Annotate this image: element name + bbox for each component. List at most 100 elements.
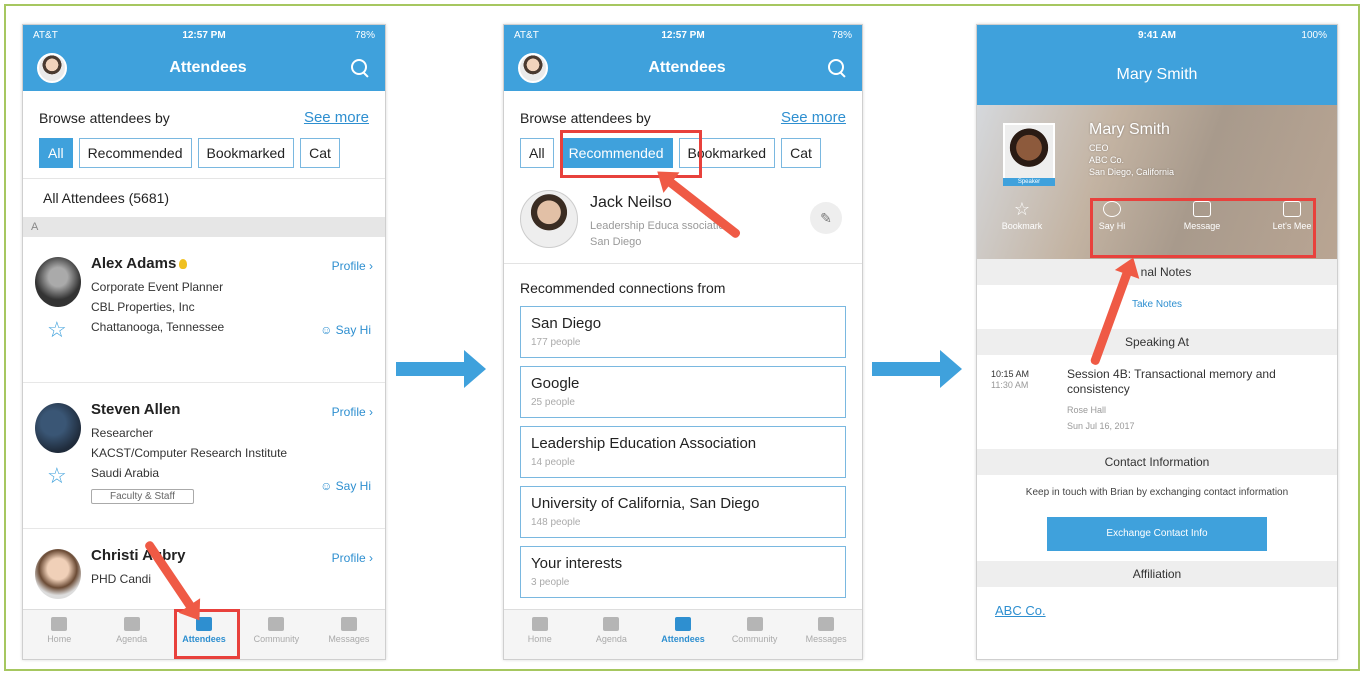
person-title: Researcher [91, 426, 154, 440]
tab-label: Home [47, 634, 72, 644]
tab-agenda[interactable]: Agenda [95, 610, 167, 659]
agenda-icon [123, 617, 140, 631]
recommendation-item[interactable]: University of California, San Diego 148 p… [520, 486, 846, 538]
tab-agenda[interactable]: Agenda [576, 610, 648, 659]
battery: 78% [354, 29, 375, 41]
search-icon[interactable] [349, 57, 371, 79]
pencil-icon[interactable]: ✎ [810, 202, 842, 234]
person-tag: Faculty & Staff [91, 489, 194, 504]
rec-count: 25 people [531, 397, 575, 408]
tab-messages[interactable]: Messages [790, 610, 862, 659]
tab-home[interactable]: Home [23, 610, 95, 659]
attendee-count: All Attendees (5681) [23, 178, 385, 217]
carrier: AT&T [514, 29, 539, 41]
recommendation-item[interactable]: Leadership Education Association 14 peopl… [520, 426, 846, 478]
session-room: Rose Hall [1067, 405, 1107, 415]
rec-name: Your interests [531, 555, 623, 572]
person-title: Corporate Event Planner [91, 280, 224, 294]
star-icon[interactable]: ☆ [47, 465, 67, 487]
tab-attendees[interactable]: Attendees [647, 610, 719, 659]
home-icon [51, 617, 68, 631]
bookmark-button[interactable]: ☆ Bookmark [977, 200, 1067, 231]
say-hi-label: Say Hi [335, 323, 371, 337]
avatar [1003, 123, 1055, 181]
browse-header: Browse attendees by See more [504, 91, 862, 126]
avatar[interactable] [37, 53, 67, 83]
person-company: CBL Properties, Inc [91, 300, 195, 314]
carrier: AT&T [33, 29, 58, 41]
chip-categories[interactable]: Cat [781, 138, 821, 168]
recommendation-item[interactable]: San Diego 177 people [520, 306, 846, 358]
section-header: A [23, 217, 385, 237]
avatar [35, 403, 81, 453]
see-more-link[interactable]: See more [304, 109, 369, 126]
search-icon[interactable] [826, 57, 848, 79]
people-icon [674, 617, 691, 631]
status-bar: 9:41 AM 100% [977, 25, 1337, 45]
page-title: Mary Smith [977, 45, 1337, 105]
list-item[interactable]: Alex Adams Corporate Event Planner CBL P… [23, 237, 385, 383]
session-item[interactable]: 10:15 AM 11:30 AM Session 4B: Transaction… [977, 355, 1337, 449]
see-more-link[interactable]: See more [781, 109, 846, 126]
take-notes-link[interactable]: Take Notes [977, 285, 1337, 329]
envelope-icon [340, 617, 357, 631]
action-label: Bookmark [1001, 221, 1043, 231]
say-hi-button[interactable]: ☺ Say Hi [320, 479, 371, 493]
status-bar: AT&T 12:57 PM 78% [23, 25, 385, 45]
clock: 9:41 AM [1138, 29, 1176, 41]
chip-bookmarked[interactable]: Bookmarked [197, 138, 295, 168]
battery: 100% [1301, 29, 1327, 41]
avatar [35, 257, 81, 307]
tab-label: Agenda [595, 634, 627, 644]
filter-chips: All Recommended Bookmarked Cat [23, 126, 385, 178]
chip-recommended[interactable]: Recommended [78, 138, 192, 168]
bulb-icon [179, 259, 188, 270]
profile-link[interactable]: Profile › [332, 405, 373, 419]
star-icon[interactable]: ☆ [47, 319, 67, 341]
profile-link[interactable]: Profile › [332, 551, 373, 565]
profile-label: Profile [331, 259, 366, 273]
affiliation-link[interactable]: ABC Co. [977, 587, 1337, 634]
say-hi-button[interactable]: ☺ Say Hi [320, 323, 371, 337]
profile-role: CEO [1089, 143, 1109, 153]
flow-arrow-right-icon [396, 350, 486, 388]
tab-label: Agenda [116, 634, 148, 644]
tab-label: Home [527, 634, 552, 644]
phone-recommended: AT&T 12:57 PM 78% Attendees Browse atten… [503, 24, 863, 660]
profile-link[interactable]: Profile › [332, 259, 373, 273]
battery: 78% [832, 29, 853, 41]
person-name: Alex Adams [91, 255, 177, 272]
chip-all[interactable]: All [39, 138, 73, 168]
tab-home[interactable]: Home [504, 610, 576, 659]
avatar[interactable] [518, 53, 548, 83]
clock: 12:57 PM [661, 29, 705, 41]
tab-community[interactable]: Community [240, 610, 312, 659]
agenda-icon [603, 617, 620, 631]
rec-name: San Diego [531, 315, 602, 332]
rec-count: 148 people [531, 517, 581, 528]
tab-messages[interactable]: Messages [313, 610, 385, 659]
list-item[interactable]: Steven Allen Researcher KACST/Computer R… [23, 383, 385, 529]
session-end: 11:30 AM [991, 380, 1029, 390]
person-company: KACST/Computer Research Institute [91, 446, 288, 460]
phone-profile: 9:41 AM 100% Mary Smith Speaker Mary Smi… [976, 24, 1338, 660]
page-title: Attendees [169, 59, 247, 76]
recommendation-item[interactable]: Your interests 3 people [520, 546, 846, 598]
profile-company: ABC Co. [1089, 155, 1125, 165]
profile-label: Profile [331, 551, 366, 565]
chip-categories[interactable]: Cat [300, 138, 340, 168]
tab-community[interactable]: Community [719, 610, 791, 659]
session-date: Sun Jul 16, 2017 [1067, 421, 1135, 431]
exchange-contact-button[interactable]: Exchange Contact Info [1047, 517, 1267, 551]
browse-header: Browse attendees by See more [23, 91, 385, 126]
chip-all[interactable]: All [520, 138, 554, 168]
recommendation-item[interactable]: Google 25 people [520, 366, 846, 418]
browse-label: Browse attendees by [520, 109, 651, 126]
rec-name: Google [531, 375, 580, 392]
section-header: Contact Information [977, 449, 1337, 475]
tab-label: Messages [328, 634, 370, 644]
person-location: Saudi Arabia [91, 466, 160, 480]
session-start: 10:15 AM [991, 369, 1030, 379]
rec-name: Leadership Education Association [531, 435, 757, 452]
rec-count: 3 people [531, 577, 570, 588]
